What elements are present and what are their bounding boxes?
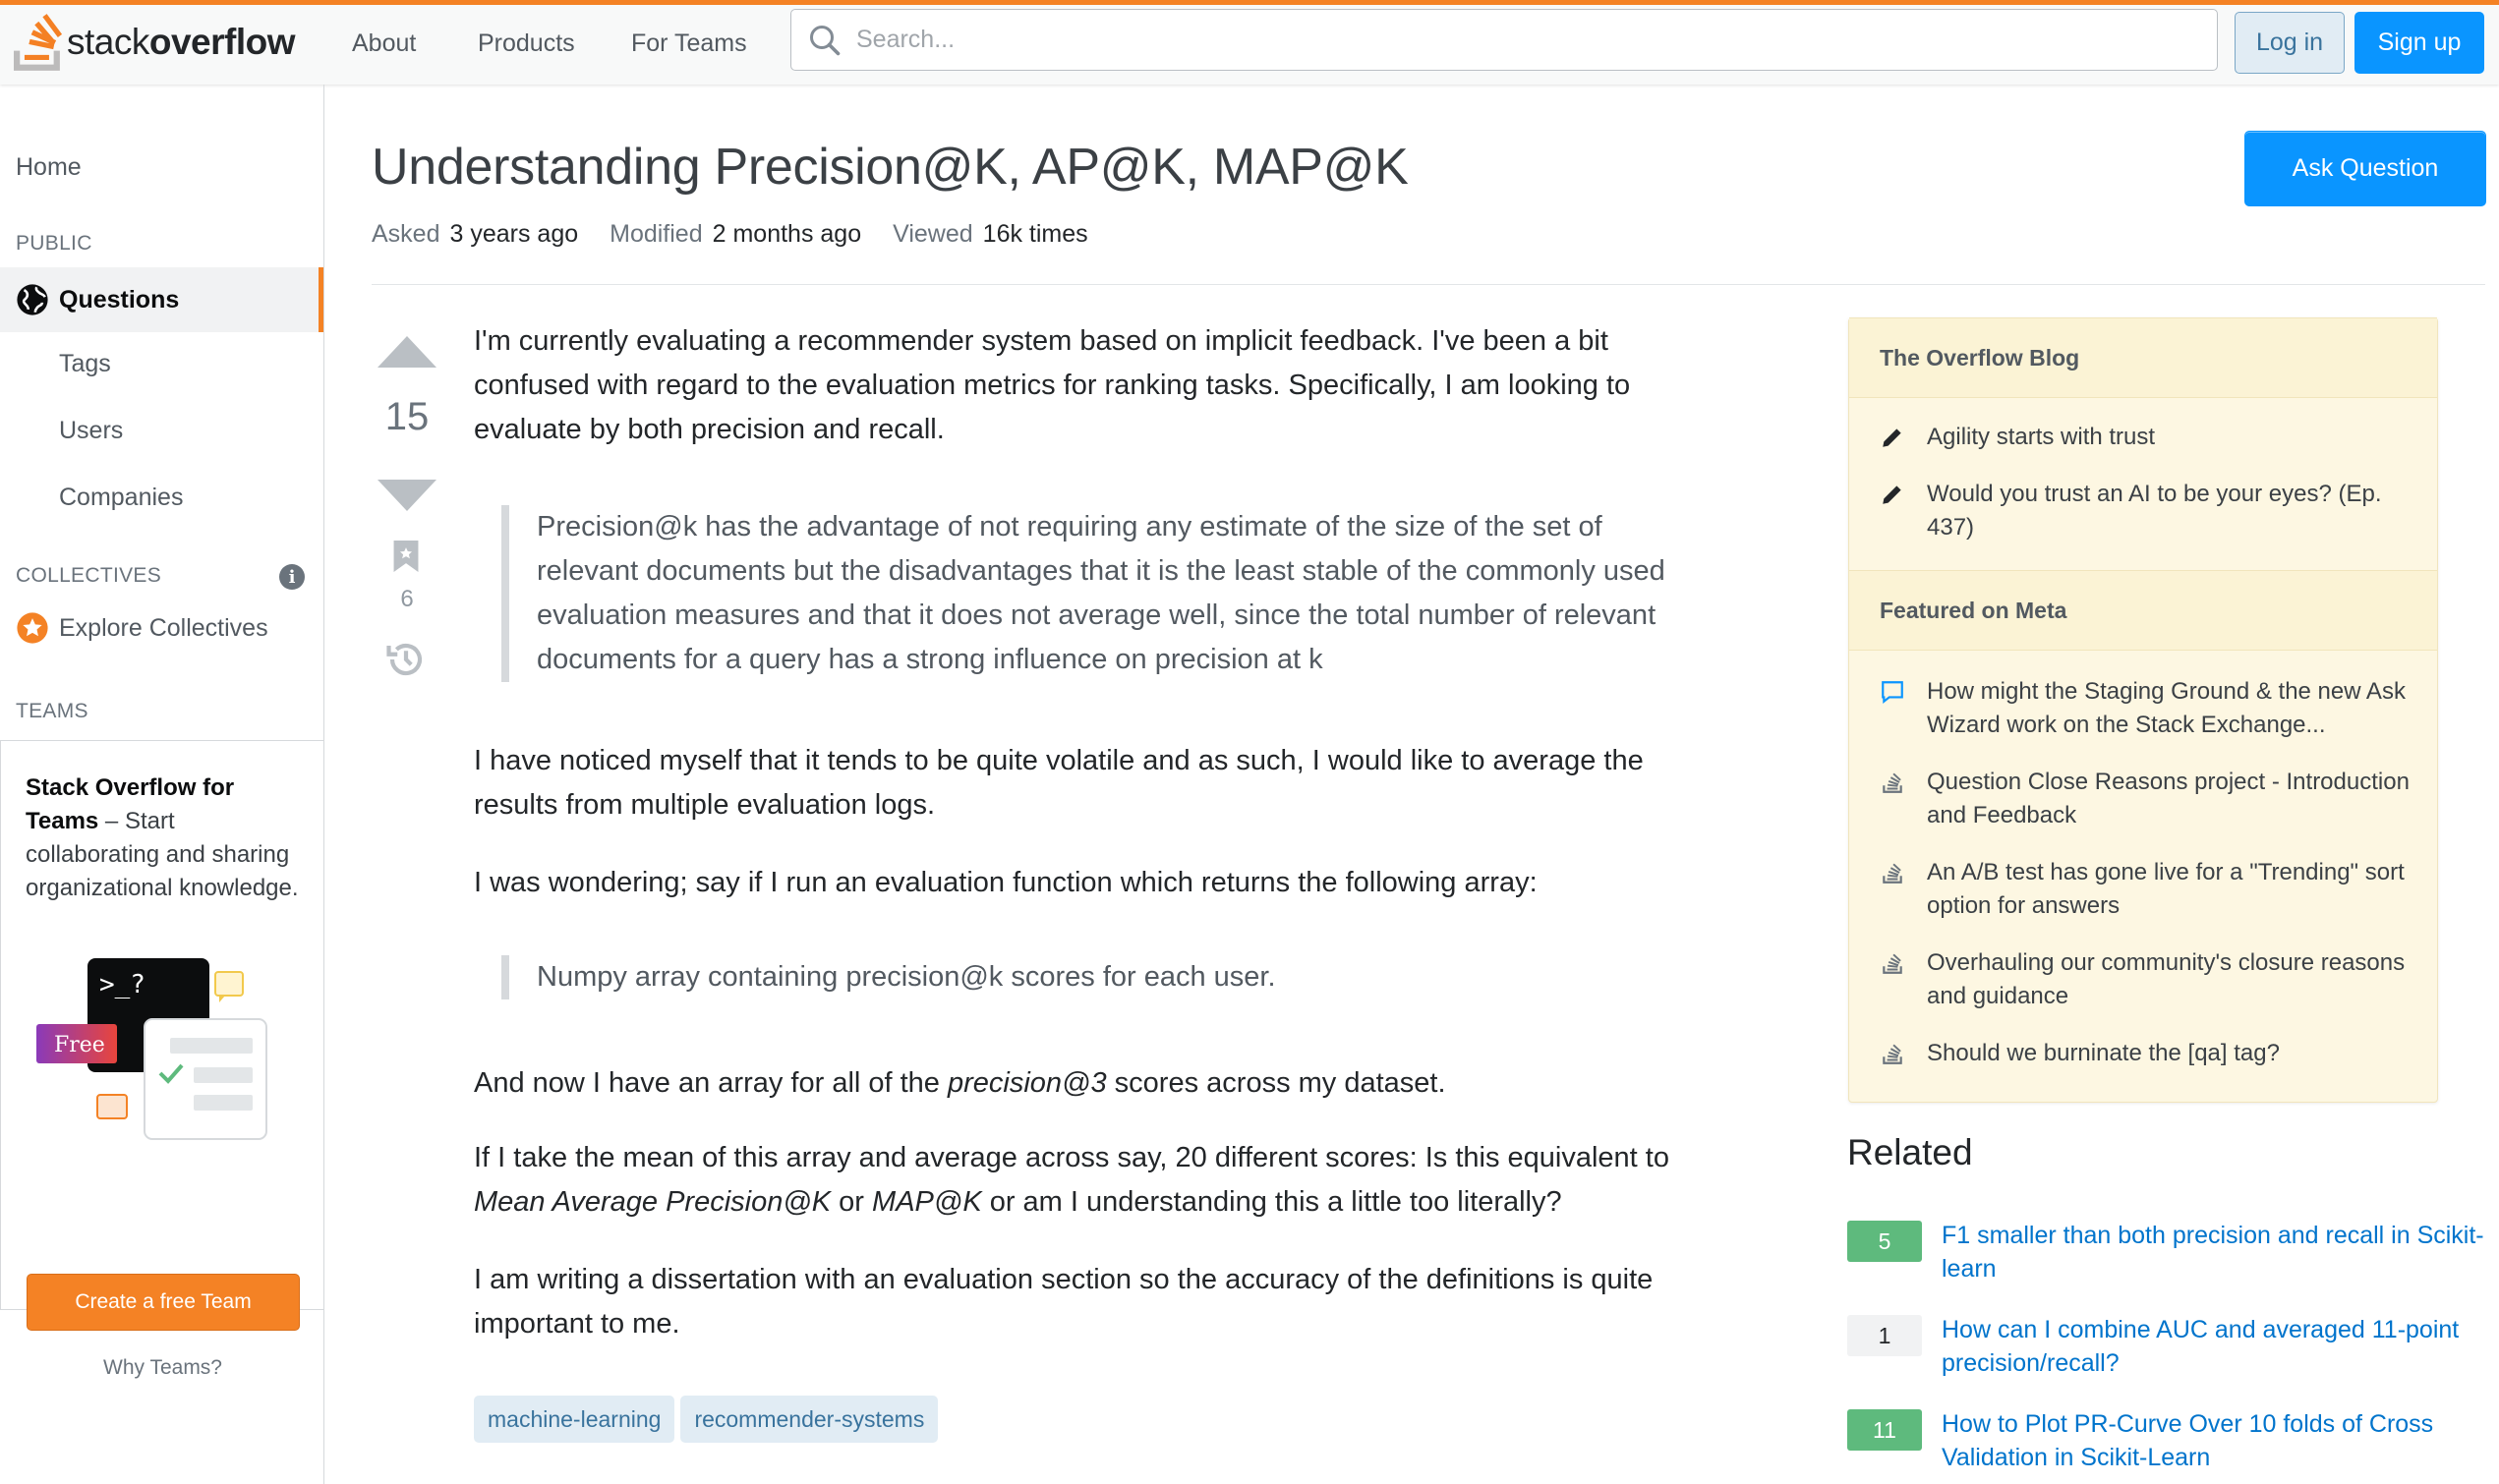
signup-button[interactable]: Sign up xyxy=(2354,12,2484,74)
asked-label: Asked xyxy=(372,220,440,248)
stack-logo-icon xyxy=(14,14,63,71)
sidebar-item-tags[interactable]: Tags xyxy=(59,350,111,378)
sidebar-item-companies[interactable]: Companies xyxy=(59,484,183,512)
sidebar-item-label: Explore Collectives xyxy=(59,613,268,642)
teams-promo: Stack Overflow for Teams – Start collabo… xyxy=(0,740,323,1379)
stackoverflow-logo[interactable]: stackoverflow xyxy=(14,7,296,78)
post-paragraph-6: I am writing a dissertation with an eval… xyxy=(474,1264,1654,1340)
collectives-star-icon xyxy=(17,612,48,644)
post-paragraph-5: If I take the mean of this array and ave… xyxy=(474,1142,1669,1218)
related-link[interactable]: How to Plot PR-Curve Over 10 folds of Cr… xyxy=(1942,1407,2486,1474)
search-box[interactable] xyxy=(790,9,2218,71)
related-item[interactable]: 11 How to Plot PR-Curve Over 10 folds of… xyxy=(1847,1407,2486,1474)
related-link[interactable]: F1 smaller than both precision and recal… xyxy=(1942,1219,2486,1285)
bookmark-count: 6 xyxy=(400,586,414,612)
blockquote-1: Precision@k has the advantage of not req… xyxy=(501,505,1711,682)
downvote-arrow-icon[interactable] xyxy=(376,478,438,513)
pencil-icon xyxy=(1883,428,1901,447)
logo-wordmark: stackoverflow xyxy=(67,22,296,62)
viewed-label: Viewed xyxy=(893,220,973,248)
vote-count: 15 xyxy=(384,395,430,438)
create-team-button[interactable]: Create a free Team xyxy=(27,1274,300,1331)
pencil-icon xyxy=(1883,485,1901,504)
stack-icon xyxy=(1883,772,1902,793)
related-link[interactable]: How can I combine AUC and averaged 11-po… xyxy=(1942,1313,2486,1380)
meta-item[interactable]: Should we burninate the [qa] tag? xyxy=(1880,1037,2415,1076)
stack-icon xyxy=(1883,953,1902,974)
stack-icon xyxy=(1883,1044,1902,1064)
post-paragraph-1: I'm currently evaluating a recommender s… xyxy=(474,325,1631,445)
modified-value[interactable]: 2 months ago xyxy=(713,220,862,248)
chat-bubble-icon xyxy=(1882,681,1903,705)
terminal-prompt: >_? xyxy=(99,970,145,999)
post-paragraph-2: I have noticed myself that it tends to b… xyxy=(474,745,1644,821)
sidebar-item-home[interactable]: Home xyxy=(16,153,82,182)
viewed-value: 16k times xyxy=(982,220,1088,248)
divider xyxy=(372,284,2485,285)
meta-item[interactable]: An A/B test has gone live for a "Trendin… xyxy=(1880,856,2415,923)
login-button[interactable]: Log in xyxy=(2235,12,2345,74)
tag-recommender-systems[interactable]: recommender-systems xyxy=(680,1396,939,1443)
related-heading: Related xyxy=(1847,1132,1973,1172)
nav-about[interactable]: About xyxy=(352,5,416,82)
upvote-arrow-icon[interactable] xyxy=(376,334,438,370)
related-item[interactable]: 1 How can I combine AUC and averaged 11-… xyxy=(1847,1313,2486,1380)
meta-item[interactable]: Question Close Reasons project - Introdu… xyxy=(1880,766,2415,832)
related-score: 11 xyxy=(1847,1409,1922,1451)
sidebar-heading-collectives: COLLECTIVES xyxy=(16,564,162,587)
sidebar-heading-teams: TEAMS xyxy=(16,700,88,722)
history-icon[interactable] xyxy=(385,639,427,680)
teams-illustration: >_? Free xyxy=(36,958,267,1140)
sidebar-item-users[interactable]: Users xyxy=(59,417,123,445)
related-score: 5 xyxy=(1847,1221,1922,1262)
related-score: 1 xyxy=(1847,1315,1922,1356)
search-input[interactable] xyxy=(856,26,2134,54)
free-badge: Free xyxy=(54,1033,105,1057)
sidebar-item-label: Questions xyxy=(59,285,180,314)
blog-heading: The Overflow Blog xyxy=(1849,317,2437,398)
related-item[interactable]: 5 F1 smaller than both precision and rec… xyxy=(1847,1219,2486,1285)
nav-for-teams[interactable]: For Teams xyxy=(631,5,747,82)
teams-promo-text: Stack Overflow for Teams – Start collabo… xyxy=(26,774,299,901)
sidebar-item-explore-collectives[interactable]: Explore Collectives xyxy=(16,611,268,645)
question-title[interactable]: Understanding Precision@K, AP@K, MAP@K xyxy=(372,138,1409,197)
blog-item[interactable]: Would you trust an AI to be your eyes? (… xyxy=(1880,478,2415,544)
bookmark-icon[interactable] xyxy=(390,539,422,574)
nav-products[interactable]: Products xyxy=(478,5,575,82)
globe-icon xyxy=(17,284,48,315)
post-paragraph-3: I was wondering; say if I run an evaluat… xyxy=(474,867,1538,898)
overflow-blog-widget: The Overflow Blog Agility starts with tr… xyxy=(1848,317,2438,1103)
asked-value[interactable]: 3 years ago xyxy=(449,220,578,248)
sidebar-item-questions[interactable]: Questions xyxy=(0,267,323,332)
why-teams-link[interactable]: Why Teams? xyxy=(1,1356,324,1380)
blockquote-2: Numpy array containing precision@k score… xyxy=(501,955,1711,999)
modified-label: Modified xyxy=(610,220,703,248)
ask-question-button[interactable]: Ask Question xyxy=(2244,131,2486,206)
blog-item[interactable]: Agility starts with trust xyxy=(1880,421,2415,460)
search-icon xyxy=(810,25,841,55)
top-bar: stackoverflow About Products For Teams L… xyxy=(0,0,2499,85)
post-paragraph-4: And now I have an array for all of the p… xyxy=(474,1067,1446,1099)
question-meta: Asked 3 years ago Modified 2 months ago Vi… xyxy=(372,220,1120,249)
tag-machine-learning[interactable]: machine-learning xyxy=(474,1396,675,1443)
meta-item[interactable]: How might the Staging Ground & the new A… xyxy=(1880,675,2415,742)
stack-icon xyxy=(1883,863,1902,884)
info-icon[interactable]: i xyxy=(279,564,305,590)
meta-heading: Featured on Meta xyxy=(1849,570,2437,651)
sidebar-heading-public: PUBLIC xyxy=(16,232,92,255)
left-sidebar: Home PUBLIC Questions Tags Users Compani… xyxy=(0,85,324,1484)
tag-list: machine-learning recommender-systems xyxy=(474,1396,944,1443)
meta-item[interactable]: Overhauling our community's closure reas… xyxy=(1880,946,2415,1013)
